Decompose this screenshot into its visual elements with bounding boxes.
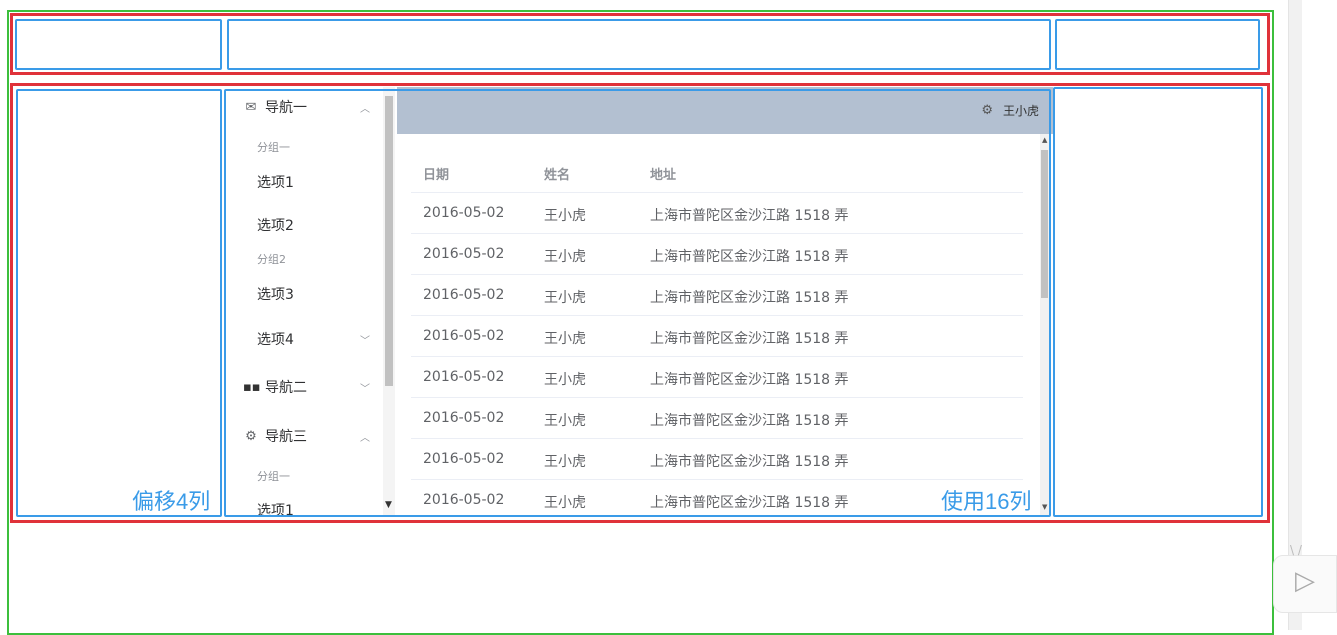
top-col-right: [1055, 19, 1260, 70]
page-scrollbar[interactable]: [1288, 0, 1302, 630]
top-col-left: [15, 19, 222, 70]
content-column-frame: [224, 89, 1051, 517]
right-column-frame: [1053, 87, 1263, 517]
top-col-middle: [227, 19, 1051, 70]
span-annotation-label: 使用16列: [941, 489, 1032, 514]
tv-ears-icon: \ /: [1290, 543, 1302, 557]
offset-column-frame: [16, 89, 222, 517]
play-icon[interactable]: ▷: [1295, 566, 1315, 596]
offset-annotation-label: 偏移4列: [132, 489, 211, 514]
